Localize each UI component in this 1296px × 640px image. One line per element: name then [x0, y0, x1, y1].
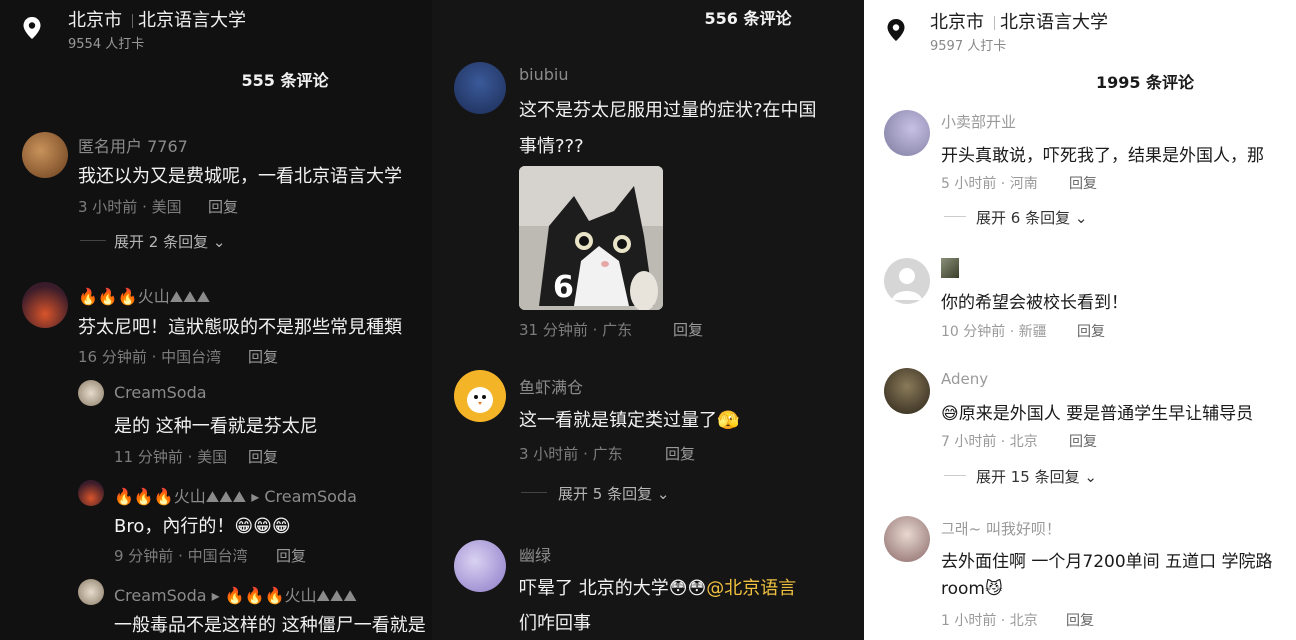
mention-link[interactable]: @北京语言 [706, 578, 796, 599]
comments-panel-middle: 556 条评论 biubiu 这不是芬太尼服用过量的症状?在中国 事情??? 6… [432, 0, 864, 640]
reply-button[interactable]: 回复 [276, 545, 306, 566]
checkin-count: 9554 人打卡 [68, 37, 145, 52]
user-avatar[interactable] [454, 540, 506, 592]
comment-text: 芬太尼吧！這狀態吸的不是那些常見種類 [78, 317, 402, 338]
checkin-count: 9597 人打卡 [930, 39, 1007, 54]
cat-photo [519, 166, 663, 310]
comment-time: 5 小时前 · 河南 [941, 176, 1038, 192]
comment-username[interactable]: 🔥🔥🔥火山⛰⛰⛰ [78, 283, 210, 307]
location-city[interactable]: 北京市 [930, 8, 984, 34]
reply-button[interactable]: 回复 [248, 346, 278, 367]
comment-text-line2: room😼 [941, 579, 1003, 599]
comment-count: 556 条评论 [704, 9, 792, 28]
divider [944, 475, 966, 476]
comment-text: 这一看就是镇定类过量了🫣 [519, 410, 740, 431]
location-city[interactable]: 北京市 [68, 6, 122, 32]
comment-username[interactable]: Adeny [941, 370, 988, 388]
default-avatar-icon [892, 268, 922, 300]
expand-replies-button[interactable]: 展开 6 条回复 ⌄ [976, 207, 1087, 228]
reply-button[interactable]: 回复 [673, 319, 703, 340]
user-avatar[interactable] [884, 258, 930, 304]
comments-panel-left: 北京市 北京语言大学 9554 人打卡 555 条评论 匿名用户 7767 我还… [0, 0, 432, 640]
user-avatar[interactable] [78, 579, 104, 605]
user-avatar[interactable] [884, 110, 930, 156]
reply-arrow-icon: ▸ [251, 487, 260, 506]
reply-time: 9 分钟前 · 中国台湾 [114, 547, 248, 565]
reply-text: Bro，內行的！😁😁😁 [114, 516, 291, 537]
comment-text-line2: 事情??? [519, 136, 584, 157]
comment-text: 去外面住啊 一个月7200单间 五道口 学院路 [941, 552, 1273, 572]
comment-text-line2: 们咋回事 [519, 613, 591, 634]
chick-icon [467, 387, 493, 413]
divider [80, 240, 106, 241]
user-avatar[interactable] [884, 368, 930, 414]
username-image[interactable] [941, 258, 959, 278]
divider [521, 492, 547, 493]
expand-replies-button[interactable]: 展开 2 条回复 ⌄ [114, 231, 225, 252]
comment-username[interactable]: 匿名用户 7767 [78, 133, 188, 157]
comment-time: 7 小时前 · 北京 [941, 434, 1038, 450]
chevron-down-icon: ⌄ [1074, 209, 1088, 227]
reply-button[interactable]: 回复 [208, 196, 238, 217]
comment-text: 你的希望会被校长看到！ [941, 293, 1128, 313]
comment-time: 16 分钟前 · 中国台湾 [78, 348, 222, 366]
user-avatar[interactable] [22, 132, 68, 178]
reply-button[interactable]: 回复 [1077, 321, 1105, 341]
comment-text: 我还以为又是费城呢，一看北京语言大学 [78, 166, 402, 187]
divider [944, 216, 966, 217]
reply-button[interactable]: 回复 [665, 443, 695, 464]
user-avatar[interactable] [22, 282, 68, 328]
location-pin-icon [886, 18, 906, 46]
chevron-down-icon: ⌄ [212, 233, 226, 251]
comment-image[interactable]: 6 [519, 166, 663, 310]
comment-count: 1995 条评论 [1095, 73, 1195, 92]
reply-username[interactable]: CreamSoda [114, 383, 207, 402]
user-avatar[interactable] [454, 370, 506, 422]
user-avatar[interactable] [884, 516, 930, 562]
location-place[interactable]: 北京语言大学 [138, 6, 246, 32]
reply-button[interactable]: 回复 [1066, 610, 1094, 630]
comment-text: 吓晕了 北京的大学😳😳@北京语言 [519, 578, 797, 599]
user-avatar[interactable] [78, 380, 104, 406]
comments-panel-right: 北京市 北京语言大学 9597 人打卡 1995 条评论 小卖部开业 开头真敢说… [864, 0, 1296, 640]
comment-time: 10 分钟前 · 新疆 [941, 324, 1047, 340]
reply-username[interactable]: 🔥🔥🔥火山⛰⛰⛰ ▸ CreamSoda [114, 483, 357, 507]
reply-button[interactable]: 回复 [1069, 431, 1097, 451]
comment-time: 3 小时前 · 美国 [78, 198, 182, 216]
user-avatar[interactable] [454, 62, 506, 114]
comment-username[interactable]: 小卖部开业 [941, 111, 1016, 132]
location-pin-icon [22, 16, 42, 44]
comment-text: 😅原来是外国人 要是普通学生早让辅导员 [941, 404, 1254, 424]
comment-count: 555 条评论 [241, 71, 329, 90]
reply-time: 11 分钟前 · 美国 [114, 448, 228, 466]
chevron-down-icon: ⌄ [1084, 468, 1097, 486]
user-avatar[interactable] [78, 480, 104, 506]
image-number: 6 [553, 270, 574, 305]
expand-replies-button[interactable]: 展开 15 条回复 ⌄ [976, 466, 1097, 487]
location-place[interactable]: 北京语言大学 [1000, 8, 1108, 34]
comment-username[interactable]: 그래~ 叫我好呗！ [941, 518, 1061, 539]
chevron-down-icon: ⌄ [656, 485, 670, 503]
reply-button[interactable]: 回复 [1069, 173, 1097, 193]
reply-arrow-icon: ▸ [211, 586, 220, 605]
reply-text: 是的 这种一看就是芬太尼 [114, 416, 318, 437]
reply-button[interactable]: 回复 [248, 446, 278, 467]
reply-username[interactable]: CreamSoda ▸ 🔥🔥🔥火山⛰⛰⛰ [114, 582, 357, 606]
reply-text: 一般毒品不是这样的 这种僵尸一看就是 [114, 615, 426, 636]
comment-username[interactable]: 鱼虾满仓 [519, 374, 583, 398]
comment-text: 这不是芬太尼服用过量的症状?在中国 [519, 100, 817, 121]
expand-replies-button[interactable]: 展开 5 条回复 ⌄ [558, 483, 669, 504]
comment-username[interactable]: biubiu [519, 65, 568, 84]
comment-time: 3 小时前 · 广东 [519, 445, 623, 463]
comment-time: 31 分钟前 · 广东 [519, 321, 633, 339]
comment-text: 开头真敢说，吓死我了，结果是外国人，那 [941, 146, 1264, 166]
comment-time: 1 小时前 · 北京 [941, 613, 1038, 629]
comment-username[interactable]: 幽绿 [519, 542, 551, 566]
